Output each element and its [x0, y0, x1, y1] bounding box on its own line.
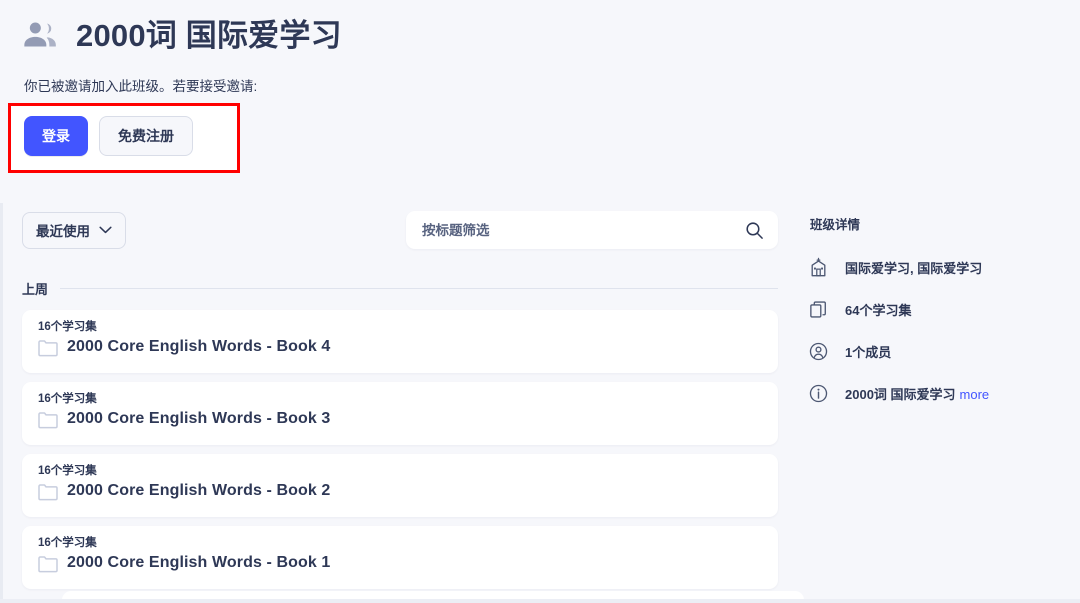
sidebar-detail-text: 64个学习集: [845, 300, 911, 319]
login-button[interactable]: 登录: [24, 116, 88, 156]
sidebar-detail-value: 2000词 国际爱学习: [845, 386, 956, 402]
set-card-title-row: 2000 Core English Words - Book 3: [38, 410, 762, 429]
folder-icon: [38, 340, 58, 357]
set-card[interactable]: 16个学习集 2000 Core English Words - Book 3: [22, 382, 778, 445]
folder-icon: [38, 412, 58, 429]
controls-row: 最近使用: [22, 203, 778, 257]
signup-button[interactable]: 免费注册: [99, 116, 193, 156]
sidebar-detail-row: 2000词 国际爱学习 more: [808, 377, 1068, 409]
section-divider: [60, 288, 778, 289]
set-card[interactable]: 16个学习集 2000 Core English Words - Book 4: [22, 310, 778, 373]
folder-icon: [38, 556, 58, 573]
group-people-icon: [18, 14, 62, 58]
set-card-count: 16个学习集: [38, 321, 97, 333]
set-card-count: 16个学习集: [38, 537, 97, 549]
sidebar-detail-text: 1个成员: [845, 342, 891, 361]
set-list: 16个学习集 2000 Core English Words - Book 4 …: [22, 310, 778, 589]
search-bar[interactable]: [406, 211, 778, 249]
sidebar-rows: 国际爱学习, 国际爱学习 64个学习集 1个成员 2000词 国际爱学习 more: [808, 251, 1068, 409]
search-input[interactable]: [422, 222, 745, 238]
sidebar-title: 班级详情: [810, 218, 861, 232]
sidebar-detail-text: 2000词 国际爱学习 more: [845, 384, 989, 403]
invite-message: 你已被邀请加入此班级。若要接受邀请:: [24, 79, 258, 94]
cta-button-row: 登录 免费注册: [24, 116, 193, 156]
sort-dropdown-label: 最近使用: [36, 224, 90, 239]
sidebar-detail-row: 1个成员: [808, 335, 1068, 367]
school-building-icon: [811, 257, 826, 276]
set-card-count: 16个学习集: [38, 465, 97, 477]
page-header: 2000词 国际爱学习: [0, 0, 1080, 58]
set-card[interactable]: 16个学习集 2000 Core English Words - Book 1: [22, 526, 778, 589]
set-card-title-row: 2000 Core English Words - Book 4: [38, 338, 762, 357]
set-card-title-row: 2000 Core English Words - Book 1: [38, 554, 762, 573]
class-details-sidebar: 班级详情 国际爱学习, 国际爱学习 64个学习集 1个成员 2000词 国际爱学…: [808, 214, 1068, 419]
set-card[interactable]: 16个学习集 2000 Core English Words - Book 2: [22, 454, 778, 517]
set-card-count: 16个学习集: [38, 393, 97, 405]
sort-dropdown[interactable]: 最近使用: [22, 211, 126, 249]
content-area: 最近使用 上周 16个学习集 2000 Core English Words -: [0, 203, 1080, 603]
sidebar-detail-text: 国际爱学习, 国际爱学习: [845, 258, 982, 277]
sidebar-detail-row: 国际爱学习, 国际爱学习: [808, 251, 1068, 283]
page-title: 2000词 国际爱学习: [76, 17, 342, 53]
sidebar-detail-value: 国际爱学习, 国际爱学习: [845, 260, 983, 276]
section-header: 上周: [22, 279, 778, 298]
sidebar-detail-row: 64个学习集: [808, 293, 1068, 325]
more-link[interactable]: more: [960, 387, 990, 402]
sidebar-detail-value: 64个学习集: [845, 302, 912, 318]
chevron-down-icon: [99, 226, 112, 234]
section-label: 上周: [22, 282, 49, 297]
search-icon[interactable]: [745, 221, 764, 240]
set-card-title: 2000 Core English Words - Book 2: [67, 482, 331, 500]
bottom-strip: [0, 599, 1080, 603]
set-card-title-row: 2000 Core English Words - Book 2: [38, 482, 762, 501]
copy-stack-icon: [810, 300, 826, 318]
set-card-title: 2000 Core English Words - Book 1: [67, 554, 331, 572]
main-column: 最近使用 上周 16个学习集 2000 Core English Words -: [22, 203, 778, 598]
info-circle-icon: [809, 384, 828, 402]
sidebar-detail-value: 1个成员: [845, 344, 892, 360]
folder-icon: [38, 484, 58, 501]
set-card-title: 2000 Core English Words - Book 3: [67, 410, 331, 428]
member-circle-icon: [809, 342, 828, 360]
set-card-title: 2000 Core English Words - Book 4: [67, 338, 331, 356]
